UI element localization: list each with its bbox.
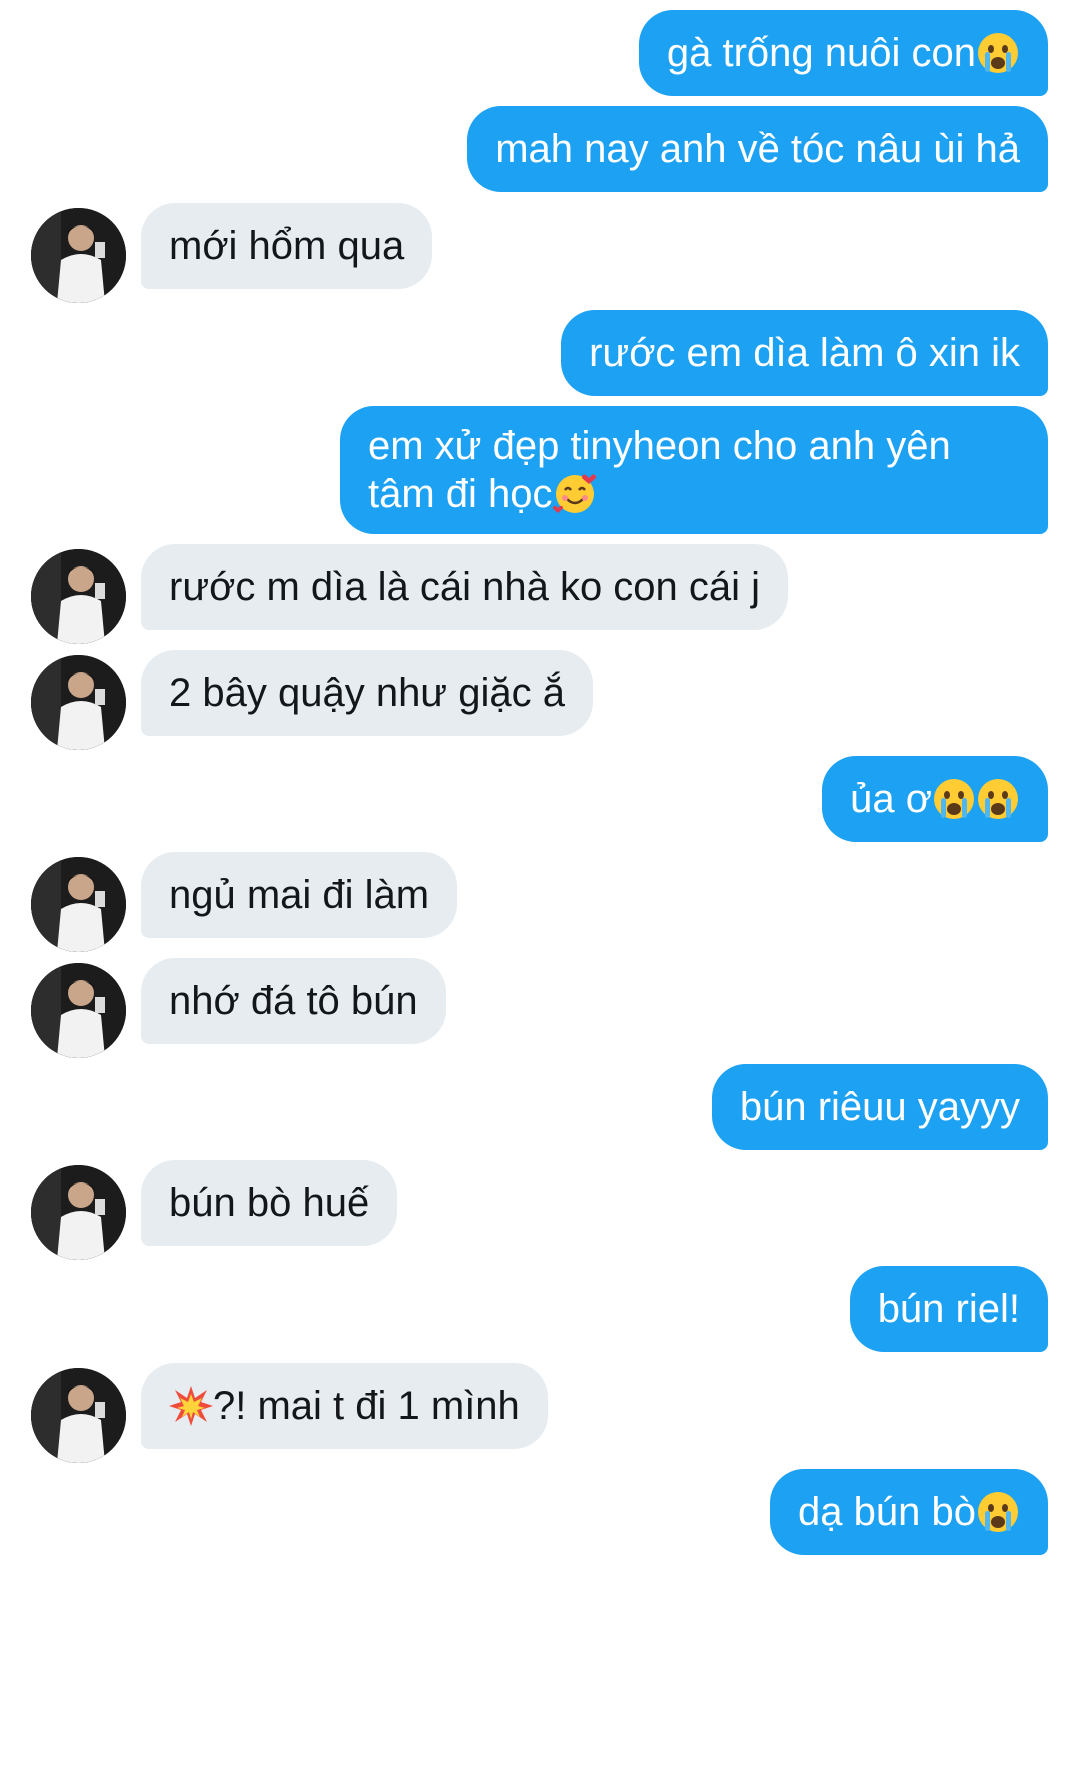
incoming-message-bubble[interactable]: 2 bây quậy như giặc ắ (141, 650, 593, 736)
user-avatar-photo-icon (31, 549, 126, 644)
incoming-message-bubble[interactable]: nhớ đá tô bún (141, 958, 446, 1044)
contact-avatar[interactable] (31, 208, 126, 303)
incoming-message-bubble[interactable]: bún bò huế (141, 1160, 398, 1246)
message-text: rước em dìa làm ô xin ik (589, 331, 1020, 375)
message-text-line: tâm đi học (368, 472, 553, 516)
outgoing-message-bubble[interactable]: dạ bún bò (770, 1469, 1048, 1555)
message-text: ủa ơ (850, 777, 932, 821)
user-avatar-photo-icon (31, 1368, 126, 1463)
collision-icon (169, 1384, 213, 1428)
message-text: dạ bún bò (798, 1490, 976, 1534)
message-text: nhớ đá tô bún (169, 979, 418, 1023)
outgoing-message-bubble[interactable]: mah nay anh về tóc nâu ùi hả (467, 106, 1048, 192)
crying-face-icon (976, 1490, 1020, 1534)
incoming-message-bubble[interactable]: rước m dìa là cái nhà ko con cái j (141, 544, 789, 630)
conversation-thread: gà trống nuôi con mah nay anh về tóc nâu… (0, 0, 1080, 1786)
crying-face-icon (976, 777, 1020, 821)
message-text: ?! mai t đi 1 mình (213, 1384, 520, 1428)
contact-avatar[interactable] (31, 549, 126, 644)
message-text: 2 bây quậy như giặc ắ (169, 671, 565, 715)
user-avatar-photo-icon (31, 208, 126, 303)
outgoing-message-bubble[interactable]: bún riêuu yayyy (711, 1064, 1048, 1150)
crying-face-icon (976, 31, 1020, 75)
message-text-line-wrapper: tâm đi học (368, 470, 597, 518)
message-text: ngủ mai đi làm (169, 873, 430, 917)
user-avatar-photo-icon (31, 1165, 126, 1260)
crying-face-icon (932, 777, 976, 821)
contact-avatar[interactable] (31, 857, 126, 952)
contact-avatar[interactable] (31, 655, 126, 750)
message-text-line: em xử đẹp tinyheon cho anh yên (368, 424, 951, 468)
outgoing-message-bubble[interactable]: em xử đẹp tinyheon cho anh yên tâm đi họ… (340, 406, 1048, 534)
message-text: mah nay anh về tóc nâu ùi hả (495, 127, 1020, 171)
message-text: bún riêuu yayyy (739, 1085, 1020, 1129)
contact-avatar[interactable] (31, 963, 126, 1058)
message-text: bún riel! (877, 1287, 1020, 1331)
contact-avatar[interactable] (31, 1165, 126, 1260)
contact-avatar[interactable] (31, 1368, 126, 1463)
incoming-message-bubble[interactable]: ngủ mai đi làm (141, 852, 458, 938)
message-text: gà trống nuôi con (666, 31, 976, 75)
outgoing-message-bubble[interactable]: bún riel! (849, 1266, 1048, 1352)
user-avatar-photo-icon (31, 655, 126, 750)
message-text: bún bò huế (169, 1181, 370, 1225)
outgoing-message-bubble[interactable]: ủa ơ (822, 756, 1048, 842)
message-text: mới hổm qua (169, 224, 405, 268)
outgoing-message-bubble[interactable]: gà trống nuôi con (638, 10, 1048, 96)
smiling-face-with-hearts-icon (552, 472, 597, 516)
incoming-message-bubble[interactable]: ?! mai t đi 1 mình (141, 1363, 548, 1449)
user-avatar-photo-icon (31, 963, 126, 1058)
outgoing-message-bubble[interactable]: rước em dìa làm ô xin ik (561, 310, 1048, 396)
user-avatar-photo-icon (31, 857, 126, 952)
message-text: rước m dìa là cái nhà ko con cái j (169, 565, 761, 609)
incoming-message-bubble[interactable]: mới hổm qua (141, 203, 433, 289)
